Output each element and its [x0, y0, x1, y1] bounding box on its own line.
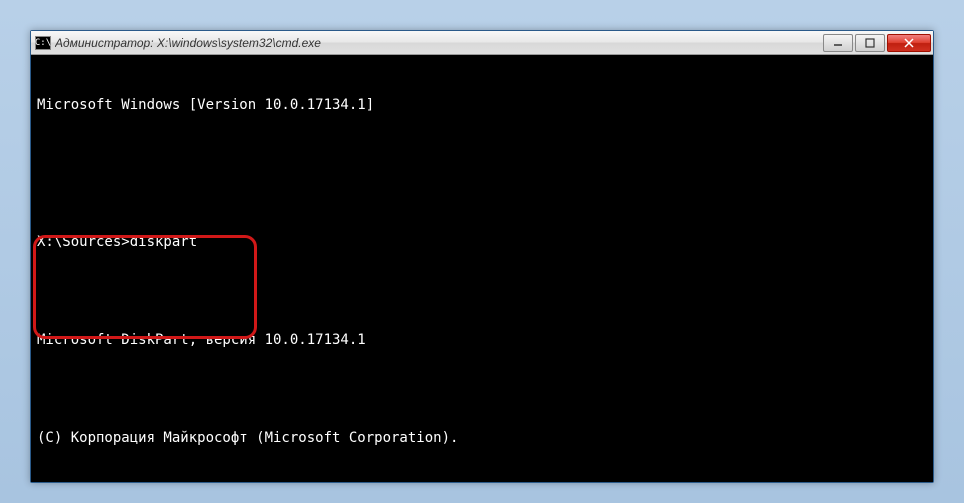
terminal-line: Microsoft DiskPart, версия 10.0.17134.1	[37, 331, 927, 351]
maximize-button[interactable]	[855, 34, 885, 52]
close-button[interactable]	[887, 34, 931, 52]
terminal-line: (C) Корпорация Майкрософт (Microsoft Cor…	[37, 429, 927, 449]
terminal-area[interactable]: Microsoft Windows [Version 10.0.17134.1]…	[31, 55, 933, 482]
cmd-icon: C:\	[35, 36, 51, 50]
cmd-window: C:\ Администратор: X:\windows\system32\c…	[30, 30, 934, 483]
window-title: Администратор: X:\windows\system32\cmd.e…	[55, 36, 823, 50]
titlebar[interactable]: C:\ Администратор: X:\windows\system32\c…	[31, 31, 933, 55]
minimize-button[interactable]	[823, 34, 853, 52]
terminal-line: X:\Sources>diskpart	[37, 233, 927, 253]
window-controls	[823, 34, 931, 52]
terminal-line: Microsoft Windows [Version 10.0.17134.1]	[37, 96, 927, 116]
